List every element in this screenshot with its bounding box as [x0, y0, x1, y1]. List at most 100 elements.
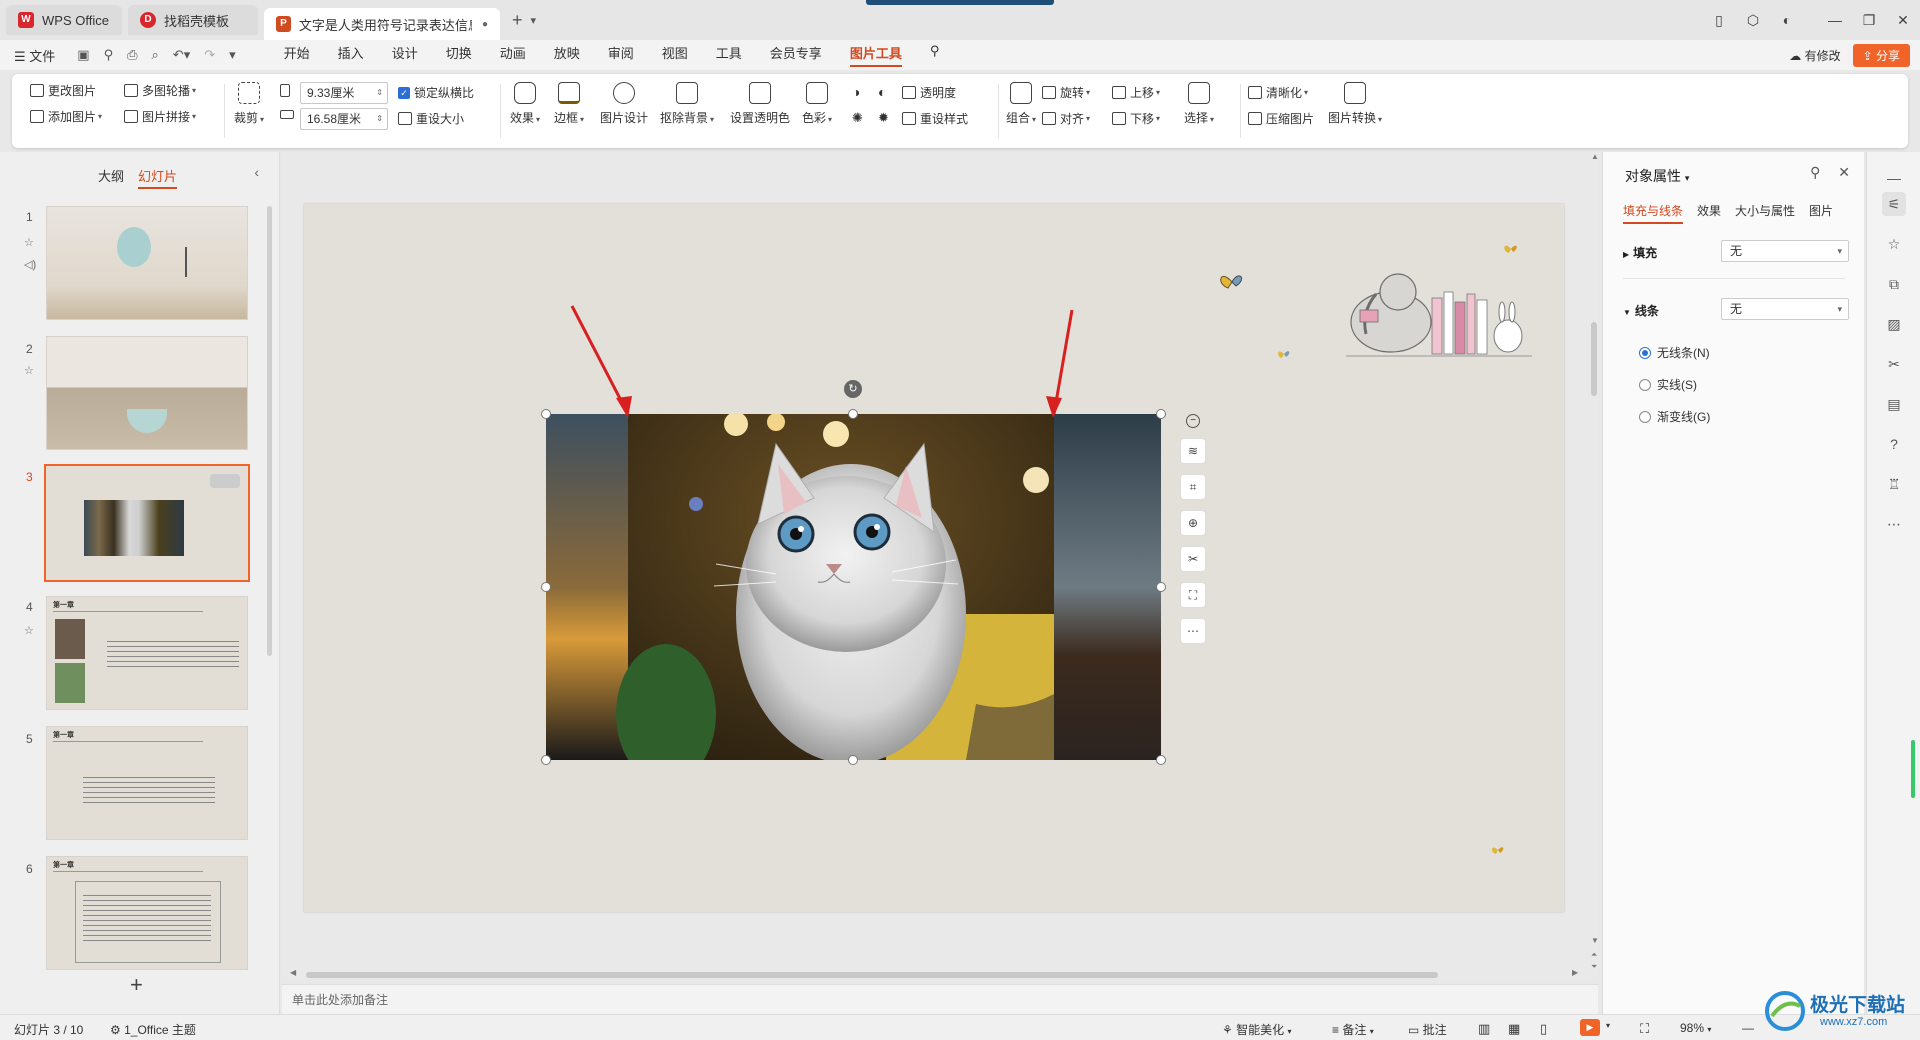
width-input[interactable]: 9.33厘米 ⇕: [300, 82, 388, 104]
avatar[interactable]: ◐: [1770, 12, 1804, 28]
resize-handle-left[interactable]: [541, 582, 551, 592]
notes-area[interactable]: 单击此处添加备注: [282, 984, 1598, 1014]
print-icon[interactable]: ⎙: [127, 47, 137, 63]
save-icon[interactable]: ▣: [77, 47, 89, 63]
share-button[interactable]: ⇪ 分享: [1852, 44, 1910, 67]
transparency-button[interactable]: 透明度: [902, 84, 956, 101]
help-icon[interactable]: ?: [1882, 432, 1906, 456]
shirt-icon[interactable]: ♖: [1882, 472, 1906, 496]
redo-icon[interactable]: ↷: [204, 47, 215, 63]
normal-view-icon[interactable]: ▥: [1478, 1021, 1490, 1037]
height-input[interactable]: 16.58厘米 ⇕: [300, 108, 388, 130]
collapse-panel-chevron-icon[interactable]: ‹: [254, 164, 259, 180]
notes-toggle[interactable]: ≡ 备注 ▾: [1332, 1021, 1374, 1038]
prev-slide-icon[interactable]: ⏶: [1591, 950, 1597, 960]
file-menu[interactable]: ☰ 文件: [14, 46, 55, 65]
tab-picture[interactable]: 图片: [1809, 202, 1833, 224]
close-panel-icon[interactable]: ✕: [1838, 164, 1850, 180]
picture-collage-button[interactable]: 图片拼接 ▾: [124, 108, 196, 125]
new-tab-plus-icon[interactable]: +: [512, 10, 523, 31]
tools-icon[interactable]: ✂: [1180, 546, 1206, 572]
reset-style-button[interactable]: 重设样式: [902, 110, 968, 127]
pin-icon[interactable]: ⚲: [1810, 164, 1820, 180]
next-slide-icon[interactable]: ⏷: [1591, 962, 1597, 972]
crop-button[interactable]: 裁剪 ▾: [234, 82, 264, 126]
zoom-out-icon[interactable]: —: [1742, 1021, 1754, 1035]
tab-presentation[interactable]: P 文字是人类用符号记录表达信息以 ●: [264, 8, 500, 40]
resize-handle-right[interactable]: [1156, 582, 1166, 592]
effects-button[interactable]: 效果 ▾: [510, 82, 540, 126]
resize-handle-bottom-right[interactable]: [1156, 755, 1166, 765]
set-transparent-color-button[interactable]: 设置透明色: [730, 82, 790, 126]
rotate-button[interactable]: 旋转 ▾: [1042, 84, 1090, 101]
add-slide-plus-icon[interactable]: +: [130, 972, 143, 998]
slide-sorter-icon[interactable]: ▦: [1508, 1021, 1520, 1037]
collapse-toolbar-icon[interactable]: −: [1186, 414, 1200, 428]
zoom-level[interactable]: 98% ▾: [1680, 1021, 1711, 1035]
change-picture-button[interactable]: 更改图片: [30, 82, 96, 99]
slide-thumbnail-2[interactable]: [46, 336, 248, 450]
menu-view[interactable]: 视图: [662, 43, 688, 67]
canvas-vertical-scrollbar[interactable]: [1591, 322, 1597, 396]
add-picture-button[interactable]: 添加图片 ▾: [30, 108, 102, 125]
tab-wps-office[interactable]: W WPS Office: [6, 5, 122, 35]
slide-thumbnail-3[interactable]: [44, 464, 250, 582]
star-icon[interactable]: ☆: [1882, 232, 1906, 256]
menu-review[interactable]: 审阅: [608, 43, 634, 67]
minimize-icon[interactable]: —: [1818, 12, 1852, 28]
brightness-down-icon[interactable]: ◐: [878, 84, 886, 100]
radio-no-line[interactable]: 无线条(N): [1639, 344, 1710, 361]
fill-select[interactable]: 无 ▾: [1721, 240, 1849, 262]
zoom-in-icon[interactable]: ⊕: [1180, 510, 1206, 536]
tab-modified-dot-icon[interactable]: ●: [482, 19, 488, 30]
menu-picture-tools[interactable]: 图片工具: [849, 43, 902, 67]
slide-thumbnail-6[interactable]: 第一章: [46, 856, 248, 970]
menu-tools[interactable]: 工具: [716, 43, 742, 67]
bring-forward-button[interactable]: 上移 ▾: [1112, 84, 1160, 101]
copy-icon[interactable]: ⧉: [1882, 272, 1906, 296]
fill-section-toggle[interactable]: ▶ 填充: [1623, 244, 1657, 261]
contrast-down-icon[interactable]: ✹: [878, 110, 889, 126]
menu-transition[interactable]: 切换: [446, 43, 472, 67]
tab-fill-line[interactable]: 填充与线条: [1623, 202, 1684, 224]
height-stepper-icon[interactable]: ⇕: [376, 109, 383, 129]
print-preview-icon[interactable]: ⌕: [152, 47, 159, 63]
lock-ratio-checkbox[interactable]: ✓ 锁定纵横比: [398, 84, 474, 101]
tab-list-chevron-icon[interactable]: ▾: [531, 14, 537, 27]
layers-icon[interactable]: ≋: [1180, 438, 1206, 464]
remove-background-button[interactable]: 抠除背景 ▾: [660, 82, 714, 126]
resize-handle-bottom-left[interactable]: [541, 755, 551, 765]
more-options-icon[interactable]: ⋯: [1180, 618, 1206, 644]
radio-gradient-line[interactable]: 渐变线(G): [1639, 408, 1710, 425]
slide-thumbnail-5[interactable]: 第一章: [46, 726, 248, 840]
more-chevron-icon[interactable]: ▾: [229, 47, 236, 63]
resize-handle-top-left[interactable]: [541, 409, 551, 419]
canvas-horizontal-scrollbar[interactable]: [306, 972, 1438, 978]
slide-thumbnail-4[interactable]: 第一章: [46, 596, 248, 710]
line-select[interactable]: 无 ▾: [1721, 298, 1849, 320]
more-icon[interactable]: ⋯: [1882, 512, 1906, 536]
scroll-left-icon[interactable]: ◀: [290, 968, 296, 977]
menu-slideshow[interactable]: 放映: [554, 43, 580, 67]
menu-insert[interactable]: 插入: [338, 43, 364, 67]
picture-design-button[interactable]: 图片设计: [600, 82, 648, 126]
border-button[interactable]: 边框 ▾: [554, 82, 584, 126]
scan-icon[interactable]: ⛶: [1180, 582, 1206, 608]
compress-picture-button[interactable]: 压缩图片: [1248, 110, 1314, 127]
left-panel-scrollbar[interactable]: [267, 206, 272, 656]
search-icon[interactable]: ⚲: [930, 43, 940, 67]
color-button[interactable]: 色彩 ▾: [802, 82, 832, 126]
scroll-down-icon[interactable]: ▼: [1591, 936, 1599, 945]
tools-icon[interactable]: ✂: [1882, 352, 1906, 376]
tab-slides[interactable]: 幻灯片: [138, 166, 178, 189]
crop-quick-icon[interactable]: ⌗: [1180, 474, 1206, 500]
cube-icon[interactable]: ⬡: [1736, 12, 1770, 29]
menu-design[interactable]: 设计: [392, 43, 418, 67]
fit-window-icon[interactable]: ⛶: [1640, 1021, 1649, 1037]
multi-carousel-button[interactable]: 多图轮播 ▾: [124, 82, 196, 99]
resize-handle-bottom[interactable]: [848, 755, 858, 765]
menu-animation[interactable]: 动画: [500, 43, 526, 67]
contrast-up-icon[interactable]: ✺: [852, 110, 863, 126]
layout-icon[interactable]: ▯: [1702, 12, 1736, 29]
tab-outline[interactable]: 大纲: [98, 166, 124, 189]
